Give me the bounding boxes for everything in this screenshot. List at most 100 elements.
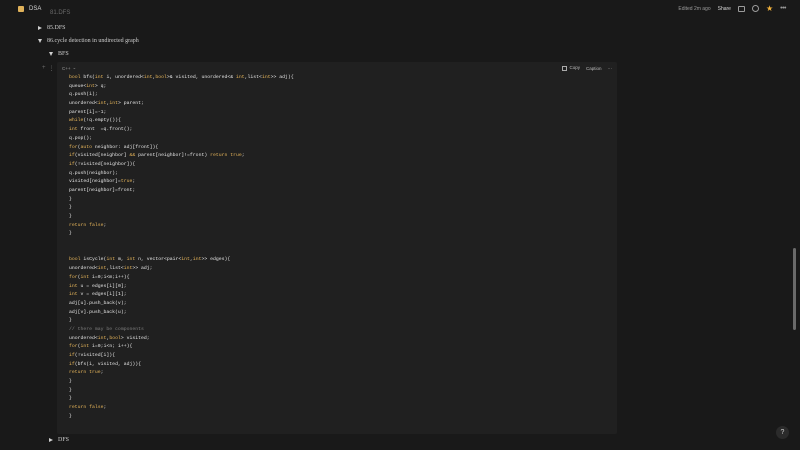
- expanded-triangle-icon[interactable]: [49, 52, 53, 56]
- favorite-star-icon[interactable]: ★: [766, 5, 773, 13]
- code-line: for(int i=0;i<n; i++){: [69, 343, 294, 352]
- code-token: unordered<: [69, 101, 98, 107]
- code-token: int: [80, 274, 90, 280]
- code-token: bool: [155, 75, 167, 80]
- code-token: ;: [103, 222, 107, 228]
- comment-icon[interactable]: [737, 5, 745, 12]
- toggle-85-dfs[interactable]: 85.DFS: [38, 25, 66, 31]
- code-token: int: [126, 257, 136, 263]
- code-content[interactable]: bool bfs(int i, unordered<int,bool>& vis…: [69, 74, 294, 422]
- code-token: (bfs(i, visited, adj)){: [74, 361, 141, 367]
- code-token: i=0;i<m;i++){: [89, 274, 130, 280]
- code-token: (visited[neighbor]: [74, 153, 130, 159]
- code-token: int: [86, 83, 95, 89]
- code-line: int u = edges[i][0];: [69, 283, 294, 292]
- code-line: }: [69, 317, 294, 326]
- page-title[interactable]: DSA: [29, 6, 41, 12]
- code-token: return true: [210, 153, 242, 159]
- code-line: bool isCycle(int m, int n, vector<pair<i…: [69, 256, 294, 265]
- code-token: unordered<: [69, 266, 98, 272]
- add-block-icon[interactable]: +: [42, 65, 46, 72]
- code-token: bool: [109, 335, 121, 341]
- code-token: ;: [103, 405, 107, 411]
- code-line: q.pop();: [69, 135, 294, 144]
- toggle-85-label: 85.DFS: [47, 25, 66, 31]
- code-line: // there may be components: [69, 326, 294, 335]
- code-line: }: [69, 395, 294, 404]
- language-label: C++: [62, 65, 71, 71]
- code-line: return false;: [69, 222, 294, 231]
- code-block[interactable]: C++ ⌄ Copy Caption ··· bool bfs(int i, u…: [57, 62, 617, 434]
- updates-clock-icon[interactable]: [751, 5, 759, 12]
- code-token: v = edges[i][1];: [77, 292, 127, 298]
- code-line: unordered<int,list<int>> adj;: [69, 265, 294, 274]
- code-line: q.push(i);: [69, 91, 294, 100]
- code-line: }: [69, 387, 294, 396]
- code-token: int: [236, 75, 245, 80]
- expanded-triangle-icon[interactable]: [38, 39, 42, 43]
- caption-button[interactable]: Caption: [586, 66, 602, 71]
- code-line: if(visited[neighbor] && parent[neighbor]…: [69, 152, 294, 161]
- code-token: (!visited[i]){: [74, 353, 116, 358]
- code-line: if(!visited[neighbor]){: [69, 161, 294, 170]
- code-token: n, vector<pair<: [135, 257, 182, 263]
- code-token: }: [69, 413, 72, 419]
- code-token: adj[u].push_back(v);: [69, 300, 127, 306]
- share-button[interactable]: Share: [718, 6, 731, 12]
- code-token: (!visited[neighbor]){: [74, 161, 136, 167]
- code-token: unordered<: [69, 335, 98, 341]
- code-token: > parent;: [117, 101, 144, 107]
- copy-button[interactable]: Copy: [562, 65, 580, 70]
- code-line: int v = edges[i][1];: [69, 291, 294, 300]
- code-token: q.push(neighbor);: [69, 170, 118, 176]
- code-token: >> adj){: [270, 75, 294, 80]
- code-token: bool: [69, 75, 84, 80]
- code-token: auto: [80, 144, 93, 150]
- code-token: visited[neighbor]=: [69, 179, 121, 185]
- code-line: if(!visited[i]){: [69, 352, 294, 361]
- code-token: ;: [241, 153, 245, 159]
- code-token: front =q.front();: [77, 127, 133, 133]
- code-token: for: [69, 274, 78, 280]
- code-token: int: [69, 292, 78, 298]
- breadcrumb[interactable]: DSA: [18, 5, 41, 12]
- toggle-86-cycle-detection[interactable]: 86.cycle detection in undirected graph: [38, 38, 139, 44]
- code-token: return false: [69, 222, 104, 228]
- code-token: }: [69, 196, 72, 202]
- help-button[interactable]: ?: [776, 426, 789, 439]
- code-line: if(bfs(i, visited, adj)){: [69, 361, 294, 370]
- collapsed-triangle-icon[interactable]: [49, 438, 53, 442]
- code-line: }: [69, 204, 294, 213]
- code-line: visited[neighbor]=true;: [69, 178, 294, 187]
- toggle-dfs[interactable]: DFS: [49, 437, 69, 443]
- toggle-bfs[interactable]: BFS: [49, 51, 69, 57]
- code-token: parent[i]=-1;: [69, 109, 107, 115]
- code-line: queue<int> q;: [69, 83, 294, 92]
- code-token: for: [69, 144, 78, 150]
- code-token: }: [69, 318, 72, 324]
- collapsed-triangle-icon[interactable]: [38, 26, 42, 30]
- code-line: }: [69, 378, 294, 387]
- more-options-icon[interactable]: •••: [780, 5, 786, 12]
- code-token: ;: [132, 179, 136, 185]
- code-token: return false: [69, 405, 104, 411]
- code-line: unordered<int,int> parent;: [69, 100, 294, 109]
- scrollbar[interactable]: [793, 248, 796, 330]
- code-line: bool bfs(int i, unordered<int,bool>& vis…: [69, 74, 294, 83]
- code-line: parent[neighbor]=front;: [69, 187, 294, 196]
- code-token: ,list<: [244, 75, 262, 80]
- toggle-86-label: 86.cycle detection in undirected graph: [47, 38, 139, 44]
- code-line: }: [69, 413, 294, 422]
- code-token: u = edges[i][0];: [77, 283, 127, 289]
- code-token: int: [69, 283, 78, 289]
- code-token: }: [69, 387, 72, 393]
- code-line: q.push(neighbor);: [69, 170, 294, 179]
- code-token: }: [69, 379, 72, 385]
- code-token: >> adj;: [132, 266, 153, 272]
- code-more-icon[interactable]: ···: [608, 66, 613, 71]
- language-selector[interactable]: C++ ⌄: [62, 65, 76, 71]
- code-token: while: [69, 118, 84, 124]
- top-bar: DSA Edited 2m ago Share ★ •••: [0, 0, 800, 17]
- code-token: int: [80, 344, 90, 350]
